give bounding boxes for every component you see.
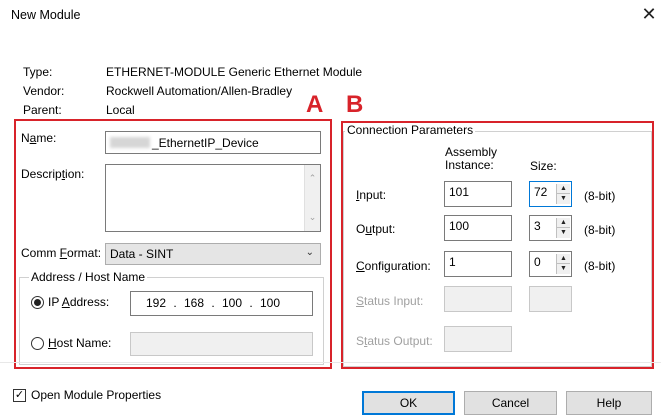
- address-group-title: Address / Host Name: [29, 270, 148, 284]
- open-module-properties-checkbox[interactable]: ✓: [13, 389, 26, 402]
- annotation-a: A: [306, 91, 324, 118]
- comm-format-select[interactable]: Data - SINT ⌄: [105, 243, 321, 265]
- cancel-button[interactable]: Cancel: [464, 391, 557, 415]
- redacted-prefix: [110, 137, 150, 149]
- host-name-label: Host Name:: [48, 336, 112, 350]
- description-scrollbar[interactable]: ⌃ ⌄: [304, 165, 320, 231]
- description-textarea[interactable]: ⌃ ⌄: [105, 164, 321, 232]
- ok-button[interactable]: OK: [362, 391, 455, 415]
- footer-separator: [0, 362, 661, 363]
- type-value: ETHERNET-MODULE Generic Ethernet Module: [106, 65, 363, 79]
- size-header: Size:: [530, 159, 557, 173]
- description-label: Description:: [21, 167, 85, 181]
- input-size-unit: (8-bit): [584, 189, 616, 203]
- spin-up-icon[interactable]: ▲: [557, 254, 570, 264]
- close-icon[interactable]: ✕: [640, 3, 658, 25]
- window-title: New Module: [11, 8, 81, 22]
- ip-address-input[interactable]: 192. 168. 100. 100: [130, 291, 313, 316]
- host-name-radio[interactable]: [31, 337, 44, 350]
- vendor-label: Vendor:: [23, 84, 65, 98]
- status-output-instance-field[interactable]: [444, 326, 512, 352]
- spin-down-icon[interactable]: ▼: [557, 194, 570, 204]
- spin-up-icon[interactable]: ▲: [557, 184, 570, 194]
- type-label: Type:: [23, 65, 53, 79]
- input-size-field[interactable]: 72 ▲ ▼: [529, 181, 572, 207]
- status-input-label: Status Input:: [356, 294, 424, 308]
- output-size-field[interactable]: 3 ▲ ▼: [529, 215, 572, 241]
- name-label: Name:: [21, 131, 57, 145]
- output-instance-field[interactable]: 100: [444, 215, 512, 241]
- configuration-instance-field[interactable]: 1: [444, 251, 512, 277]
- parent-label: Parent:: [23, 103, 62, 117]
- output-label: Output:: [356, 222, 396, 236]
- parent-value: Local: [106, 103, 135, 117]
- spin-up-icon[interactable]: ▲: [557, 218, 570, 228]
- configuration-size-unit: (8-bit): [584, 259, 616, 273]
- scroll-down-icon[interactable]: ⌄: [305, 212, 320, 223]
- vendor-value: Rockwell Automation/Allen-Bradley: [106, 84, 293, 98]
- open-module-properties-label: Open Module Properties: [31, 388, 162, 402]
- chevron-down-icon: ⌄: [305, 247, 314, 258]
- output-size-unit: (8-bit): [584, 223, 616, 237]
- status-output-label: Status Output:: [356, 334, 433, 348]
- configuration-label: Configuration:: [356, 259, 431, 273]
- ip-address-label: IP Address:: [48, 295, 110, 309]
- connection-title: Connection Parameters: [345, 123, 476, 137]
- input-label: Input:: [356, 188, 387, 202]
- spin-down-icon[interactable]: ▼: [557, 228, 570, 238]
- ip-address-radio[interactable]: [31, 296, 44, 309]
- configuration-size-spinner[interactable]: ▲ ▼: [556, 254, 570, 274]
- scroll-up-icon[interactable]: ⌃: [305, 173, 320, 184]
- input-instance-field[interactable]: 101: [444, 181, 512, 207]
- annotation-b: B: [346, 91, 364, 118]
- status-input-instance-field[interactable]: [444, 286, 512, 312]
- spin-down-icon[interactable]: ▼: [557, 264, 570, 274]
- input-size-spinner[interactable]: ▲ ▼: [556, 184, 570, 204]
- status-input-size-field[interactable]: [529, 286, 572, 312]
- comm-format-label: Comm Format:: [21, 246, 102, 260]
- name-input[interactable]: _EthernetIP_Device: [105, 131, 321, 154]
- host-name-input[interactable]: [130, 332, 313, 356]
- configuration-size-field[interactable]: 0 ▲ ▼: [529, 251, 572, 277]
- assembly-instance-header: Assembly Instance:: [445, 145, 498, 172]
- output-size-spinner[interactable]: ▲ ▼: [556, 218, 570, 238]
- title-bar: [0, 0, 661, 30]
- help-button[interactable]: Help: [566, 391, 652, 415]
